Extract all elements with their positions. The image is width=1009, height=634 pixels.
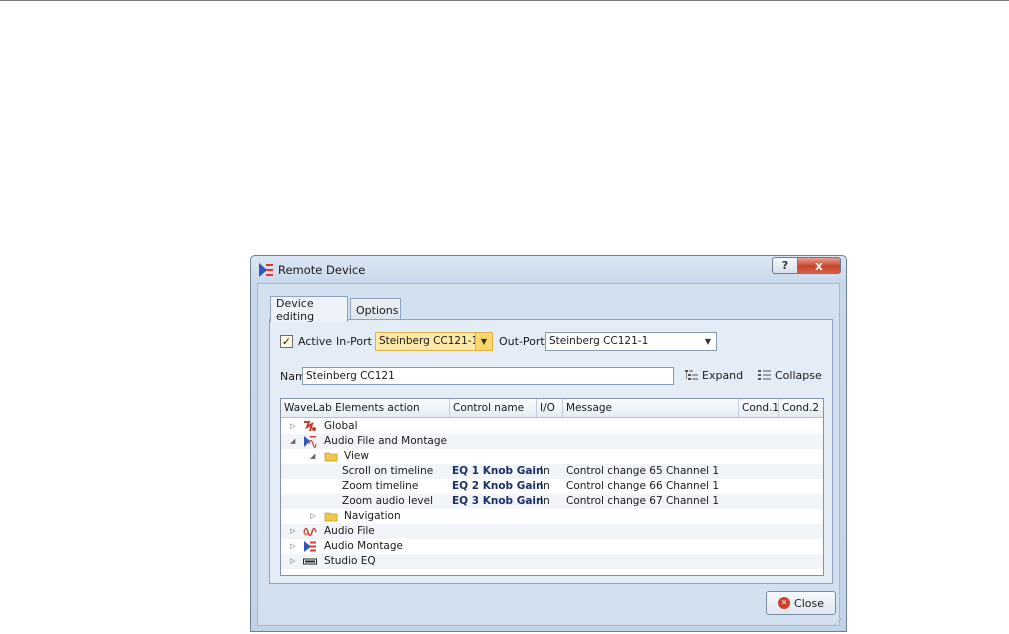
inport-value: Steinberg CC121-1 — [379, 335, 479, 347]
collapse-tree-icon — [758, 370, 771, 380]
expand-arrow-icon[interactable]: ▷ — [290, 524, 298, 539]
tree-row-audio-file[interactable]: ▷ Audio File — [281, 524, 823, 539]
collapse-arrow-icon[interactable]: ◢ — [310, 449, 318, 464]
column-header-io[interactable]: I/O — [537, 399, 563, 417]
studio-eq-icon — [303, 558, 317, 565]
control-name-cell: EQ 2 Knob Gain — [452, 480, 544, 492]
inport-select[interactable]: Steinberg CC121-1 ▼ — [375, 332, 493, 351]
window-close-button[interactable]: x — [797, 257, 841, 274]
tree-label: Global — [324, 420, 358, 432]
collapse-label: Collapse — [775, 369, 822, 382]
tree-row-audio-montage[interactable]: ▷ Audio Montage — [281, 539, 823, 554]
io-cell: In — [540, 495, 550, 507]
remote-device-dialog: Remote Device ? x Device editing Options… — [250, 255, 847, 632]
io-cell: In — [540, 480, 550, 492]
inport-label: In-Port — [336, 335, 372, 348]
column-header-cond1[interactable]: Cond.1 — [739, 399, 779, 417]
tree-label: Zoom audio level — [342, 495, 434, 507]
expand-arrow-icon[interactable]: ▷ — [290, 539, 298, 554]
name-field[interactable]: Steinberg CC121 — [302, 367, 674, 385]
message-cell: Control change 67 Channel 1 — [566, 495, 720, 507]
column-header-message[interactable]: Message — [563, 399, 739, 417]
page-top-rule — [0, 0, 1009, 1]
close-icon: x — [815, 258, 823, 273]
resize-grip-icon[interactable]: ⋰ — [834, 618, 844, 629]
wavelab-app-icon — [259, 263, 273, 277]
chevron-down-icon[interactable]: ▼ — [475, 333, 492, 350]
collapse-arrow-icon[interactable]: ◢ — [290, 434, 298, 449]
tree-label: Navigation — [344, 510, 401, 522]
control-name-cell: EQ 1 Knob Gain — [452, 465, 544, 477]
expand-arrow-icon[interactable]: ▷ — [310, 509, 318, 524]
title-bar[interactable]: Remote Device ? x — [251, 256, 846, 282]
global-icon — [304, 421, 316, 432]
column-header-cond2[interactable]: Cond.2 — [779, 399, 823, 417]
folder-icon — [324, 452, 338, 462]
outport-value: Steinberg CC121-1 — [549, 335, 649, 347]
device-editing-panel: ✓ Active In-Port Steinberg CC121-1 ▼ Out… — [269, 319, 833, 584]
tree-label: Audio File and Montage — [324, 435, 447, 447]
audio-montage-icon — [304, 541, 316, 552]
expand-arrow-icon[interactable]: ▷ — [290, 419, 298, 434]
outport-select[interactable]: Steinberg CC121-1 ▼ — [545, 332, 717, 351]
tree-row-navigation[interactable]: ▷ Navigation — [281, 509, 823, 524]
table-header: WaveLab Elements action Control name I/O… — [281, 399, 823, 418]
tree-label: Scroll on timeline — [342, 465, 434, 477]
tree-row-view[interactable]: ◢ View — [281, 449, 823, 464]
audio-file-montage-icon — [304, 436, 317, 448]
chevron-down-icon[interactable]: ▼ — [700, 333, 716, 350]
expand-tree-icon — [685, 370, 698, 380]
message-cell: Control change 66 Channel 1 — [566, 480, 720, 492]
expand-label: Expand — [702, 369, 744, 382]
active-checkbox[interactable]: ✓ — [280, 335, 293, 348]
tree-label: View — [344, 450, 369, 462]
tree-label: Audio File — [324, 525, 375, 537]
tree-label: Studio EQ — [324, 555, 376, 567]
expand-arrow-icon[interactable]: ▷ — [290, 554, 298, 569]
io-cell: In — [540, 465, 550, 477]
close-button-label: Close — [794, 596, 824, 610]
tree-label: Zoom timeline — [342, 480, 419, 492]
tree-row-studio-eq[interactable]: ▷ Studio EQ — [281, 554, 823, 569]
tree-label: Audio Montage — [324, 540, 403, 552]
dialog-title: Remote Device — [278, 263, 366, 277]
audio-file-icon — [303, 527, 317, 537]
tab-device-editing[interactable]: Device editing — [270, 296, 348, 323]
control-name-cell: EQ 3 Knob Gain — [452, 495, 544, 507]
expand-button[interactable]: Expand — [684, 369, 743, 382]
folder-icon — [324, 512, 338, 522]
help-button[interactable]: ? — [772, 257, 798, 274]
tree-row-zoom-audio-level[interactable]: Zoom audio level EQ 3 Knob Gain In Contr… — [281, 494, 823, 509]
dialog-client-area: Device editing Options ✓ Active In-Port … — [257, 283, 840, 626]
tree-row-audio-file-and-montage[interactable]: ◢ Audio File and Montage — [281, 434, 823, 449]
tree-row-global[interactable]: ▷ Global — [281, 419, 823, 434]
outport-label: Out-Port — [499, 335, 545, 348]
active-label: Active — [298, 335, 333, 348]
message-cell: Control change 65 Channel 1 — [566, 465, 720, 477]
close-circle-icon: ✕ — [778, 597, 791, 609]
tree-row-scroll-on-timeline[interactable]: Scroll on timeline EQ 1 Knob Gain In Con… — [281, 464, 823, 479]
mapping-tree-table: WaveLab Elements action Control name I/O… — [280, 398, 824, 576]
close-button[interactable]: ✕ Close — [766, 591, 836, 615]
column-header-action[interactable]: WaveLab Elements action — [281, 399, 450, 417]
tree-row-zoom-timeline[interactable]: Zoom timeline EQ 2 Knob Gain In Control … — [281, 479, 823, 494]
column-header-control-name[interactable]: Control name — [450, 399, 537, 417]
collapse-button[interactable]: Collapse — [757, 369, 822, 382]
